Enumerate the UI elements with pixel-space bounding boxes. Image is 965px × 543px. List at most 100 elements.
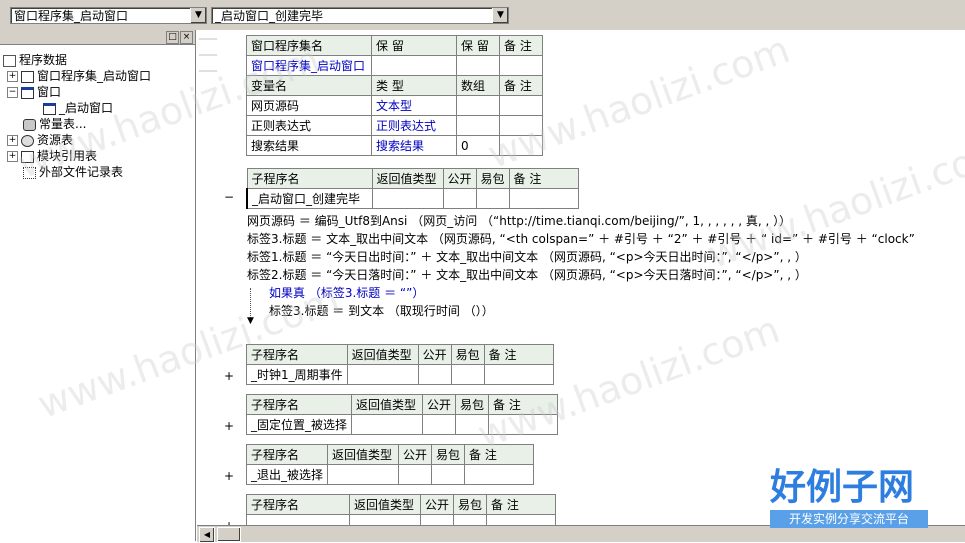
- table-row[interactable]: _固定位置_被选择: [247, 415, 558, 435]
- sub-name-cell[interactable]: [247, 515, 350, 526]
- expand-icon[interactable]: +: [224, 369, 234, 383]
- table-cell[interactable]: [399, 465, 432, 485]
- sub-name-cell[interactable]: _启动窗口_创建完毕: [247, 189, 372, 209]
- tree-item-program-data[interactable]: 程序数据: [3, 52, 67, 68]
- gutter-line: [199, 70, 217, 72]
- table-cell[interactable]: [372, 189, 443, 209]
- code-line[interactable]: 标签1.标题 ＝ “今天日出时间：” ＋ 文本_取出中间文本 （网页源码, “<…: [247, 248, 807, 266]
- table-cell[interactable]: [500, 96, 543, 116]
- table-cell[interactable]: [372, 56, 457, 76]
- table-header: 子程序名: [247, 495, 350, 515]
- var-array-cell[interactable]: [457, 116, 500, 136]
- var-array-cell[interactable]: 0: [457, 136, 500, 156]
- table-row[interactable]: _退出_被选择: [247, 465, 534, 485]
- table-header: 易包: [451, 345, 484, 365]
- subroutine-select[interactable]: _启动窗口_创建完毕 ▼: [211, 7, 509, 24]
- var-name-cell[interactable]: 搜索结果: [247, 136, 372, 156]
- table-header: 备 注: [509, 169, 578, 189]
- table-cell[interactable]: [487, 515, 556, 526]
- code-line[interactable]: 标签2.标题 ＝ “今天日落时间：” ＋ 文本_取出中间文本 （网页源码, “<…: [247, 266, 807, 284]
- table-cell[interactable]: [418, 365, 451, 385]
- var-name-cell[interactable]: 正则表达式: [247, 116, 372, 136]
- tree-item-constants[interactable]: 常量表...: [23, 116, 86, 132]
- table-cell[interactable]: [500, 116, 543, 136]
- table-row[interactable]: [247, 515, 556, 526]
- expand-icon[interactable]: +: [7, 135, 18, 146]
- close-button[interactable]: ×: [180, 31, 193, 44]
- module-icon: [21, 71, 34, 83]
- table-cell[interactable]: [509, 189, 578, 209]
- table-header: 备 注: [484, 345, 553, 365]
- file-icon: [23, 167, 36, 179]
- window-icon: [43, 103, 56, 115]
- table-cell[interactable]: [432, 465, 465, 485]
- subroutine-table-main: 子程序名 返回值类型 公开 易包 备 注 _启动窗口_创建完毕: [246, 168, 579, 209]
- collapse-icon[interactable]: −: [224, 190, 234, 204]
- expand-icon[interactable]: +: [224, 419, 234, 433]
- table-cell[interactable]: [347, 365, 418, 385]
- table-header: 易包: [476, 169, 509, 189]
- var-type-cell[interactable]: 文本型: [372, 96, 457, 116]
- table-cell[interactable]: [476, 189, 509, 209]
- code-editor[interactable]: 窗口程序集名 保 留 保 留 备 注 窗口程序集_启动窗口 变量名 类 型 数组…: [219, 30, 965, 525]
- sub-name-cell[interactable]: _时钟1_周期事件: [247, 365, 348, 385]
- table-cell[interactable]: [443, 189, 476, 209]
- tree-item-external-files[interactable]: 外部文件记录表: [23, 164, 123, 180]
- assembly-name-cell[interactable]: 窗口程序集_启动窗口: [247, 56, 372, 76]
- module-ref-icon: [21, 151, 34, 163]
- table-cell[interactable]: [328, 465, 399, 485]
- table-row[interactable]: _启动窗口_创建完毕: [247, 189, 578, 209]
- table-row[interactable]: _时钟1_周期事件: [247, 365, 554, 385]
- tree-item-assembly[interactable]: +窗口程序集_启动窗口: [7, 68, 151, 84]
- table-cell[interactable]: [489, 415, 558, 435]
- tree-item-window[interactable]: −窗口: [7, 84, 61, 100]
- var-type-cell[interactable]: 正则表达式: [372, 116, 457, 136]
- assembly-select-value: 窗口程序集_启动窗口: [14, 9, 128, 23]
- code-line[interactable]: 标签3.标题 ＝ 到文本 （取现行时间 （））: [269, 302, 494, 320]
- chevron-down-icon[interactable]: ▼: [190, 8, 206, 23]
- table-cell[interactable]: [465, 465, 534, 485]
- expand-icon[interactable]: +: [224, 469, 234, 483]
- var-name-cell[interactable]: 网页源码: [247, 96, 372, 116]
- table-header: 备 注: [465, 445, 534, 465]
- tree-item-module-refs[interactable]: + 模块引用表: [7, 148, 97, 164]
- table-header: 公开: [423, 395, 456, 415]
- code-line[interactable]: 标签3.标题 ＝ 文本_取出中间文本 （网页源码, “<th colspan=”…: [247, 230, 915, 248]
- var-array-cell[interactable]: [457, 96, 500, 116]
- collapse-icon[interactable]: −: [7, 87, 18, 98]
- expand-icon[interactable]: +: [7, 151, 18, 162]
- tree-item-start-window[interactable]: _启动窗口: [43, 100, 113, 116]
- tree-item-resources[interactable]: +资源表: [7, 132, 73, 148]
- table-header: 公开: [443, 169, 476, 189]
- table-header: 返回值类型: [347, 345, 418, 365]
- code-line[interactable]: 如果真 （标签3.标题 ＝ “”）: [269, 284, 424, 302]
- code-line[interactable]: 网页源码 ＝ 编码_Utf8到Ansi （网页_访问 （“http://time…: [247, 212, 791, 230]
- table-row[interactable]: 网页源码 文本型: [247, 96, 543, 116]
- chevron-down-icon[interactable]: ▼: [492, 8, 508, 23]
- table-cell[interactable]: [350, 515, 421, 526]
- toolbar: 窗口程序集_启动窗口 ▼ _启动窗口_创建完毕 ▼: [0, 0, 965, 30]
- tree-item-label: 模块引用表: [37, 149, 97, 163]
- gutter-line: [199, 38, 217, 40]
- sub-name-cell[interactable]: _固定位置_被选择: [247, 415, 352, 435]
- assembly-select[interactable]: 窗口程序集_启动窗口 ▼: [10, 7, 207, 24]
- program-tree-panel: □ × 程序数据 +窗口程序集_启动窗口 −窗口 _启动窗口 常量表... +资…: [0, 30, 196, 541]
- pin-button[interactable]: □: [166, 31, 179, 44]
- table-cell[interactable]: [500, 136, 543, 156]
- sub-name-cell[interactable]: _退出_被选择: [247, 465, 328, 485]
- table-cell[interactable]: [456, 415, 489, 435]
- table-cell[interactable]: [500, 56, 543, 76]
- table-cell[interactable]: [484, 365, 553, 385]
- var-type-cell[interactable]: 搜索结果: [372, 136, 457, 156]
- table-cell[interactable]: [457, 56, 500, 76]
- scrollbar-thumb[interactable]: [217, 527, 241, 542]
- table-cell[interactable]: [451, 365, 484, 385]
- table-row[interactable]: 搜索结果 搜索结果 0: [247, 136, 543, 156]
- table-cell[interactable]: [423, 415, 456, 435]
- table-cell[interactable]: [421, 515, 454, 526]
- table-cell[interactable]: [352, 415, 423, 435]
- expand-icon[interactable]: +: [7, 71, 18, 82]
- table-cell[interactable]: [454, 515, 487, 526]
- panel-header: □ ×: [0, 30, 195, 45]
- table-row[interactable]: 正则表达式 正则表达式: [247, 116, 543, 136]
